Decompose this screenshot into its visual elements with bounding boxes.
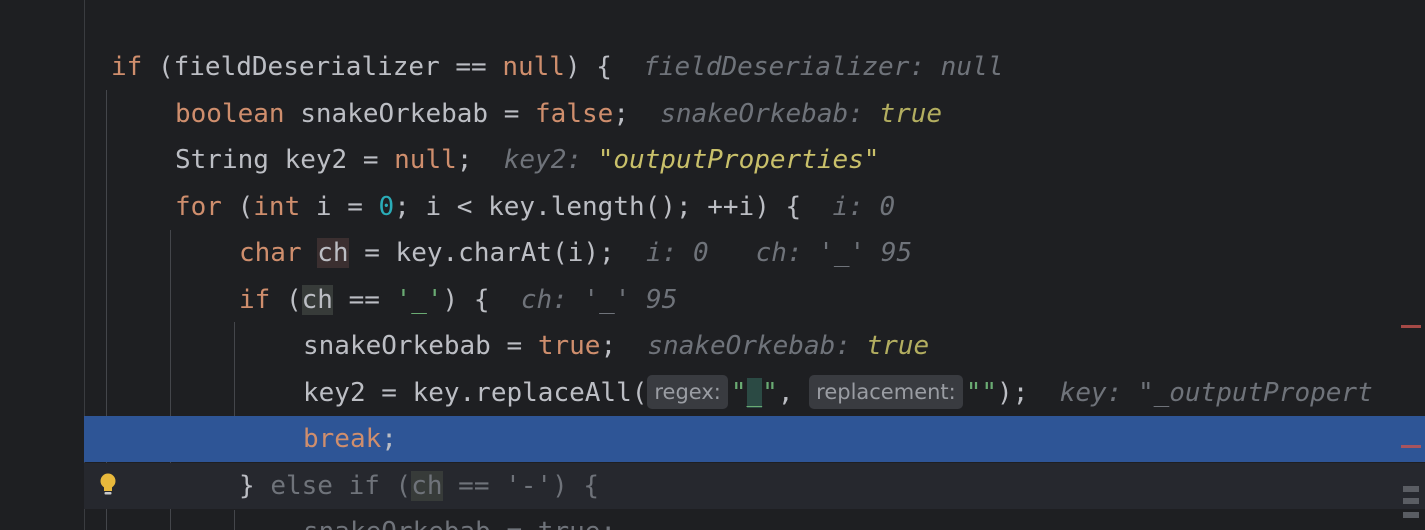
scrollbar-marker[interactable] xyxy=(1403,498,1419,504)
code-text: ; i < key.length(); ++i) { xyxy=(394,192,802,222)
code-line[interactable]: if (fieldDeserializer == null) { fieldDe… xyxy=(0,44,1425,90)
code-line[interactable]: key2 = key.replaceAll(regex: "_", replace… xyxy=(0,370,1425,416)
caret-line[interactable]: } else if (ch == '-') { xyxy=(84,463,1425,509)
keyword: break xyxy=(303,424,382,454)
code-text: ( xyxy=(379,471,412,501)
inline-debug-hint: ch: '_' 95 xyxy=(520,285,678,315)
inline-debug-hint: i: 0 xyxy=(646,238,709,268)
scrollbar-marker[interactable] xyxy=(1403,486,1419,492)
number-literal: 0 xyxy=(378,192,395,222)
current-execution-line[interactable]: break; xyxy=(84,416,1425,462)
inline-debug-hint: ch: '_' 95 xyxy=(755,238,913,268)
code-text: ) { xyxy=(442,285,490,315)
code-line[interactable]: if (ch == '_') { ch: '_' 95 xyxy=(0,277,1425,323)
variable-ch-highlight: ch xyxy=(411,471,443,501)
string-literal: "" xyxy=(965,378,998,408)
code-line[interactable]: snakeOrkebab = true; xyxy=(0,509,1425,530)
parameter-hint-replacement: replacement: xyxy=(809,375,963,409)
code-text: ); xyxy=(997,378,1029,408)
inline-debug-hint: fieldDeserializer: null xyxy=(643,52,1004,82)
keyword: for xyxy=(175,192,222,222)
keyword: char xyxy=(239,238,302,268)
keyword: boolean xyxy=(175,99,285,129)
code-text: ; xyxy=(600,331,617,361)
keyword: true xyxy=(537,331,601,361)
code-line[interactable]: char ch = key.charAt(i); i: 0 ch: '_' 95 xyxy=(0,230,1425,276)
scrollbar-marker[interactable] xyxy=(1403,512,1419,518)
keyword: int xyxy=(253,192,301,222)
code-line[interactable]: String key2 = null; key2: "outputPropert… xyxy=(0,137,1425,183)
code-line[interactable]: for (int i = 0; i < key.length(); ++i) {… xyxy=(0,184,1425,230)
code-text: (fieldDeserializer == xyxy=(142,52,503,82)
code-text: String key2 = xyxy=(175,145,395,175)
variable-ch-highlight: ch xyxy=(301,285,333,315)
error-stripe-marker[interactable] xyxy=(1401,325,1421,328)
keyword: if xyxy=(111,52,143,82)
code-text: ) { xyxy=(564,52,612,82)
code-text: , xyxy=(777,378,810,408)
variable-ch-highlight: ch xyxy=(317,238,349,268)
inline-debug-hint: snakeOrkebab: xyxy=(647,331,851,361)
error-stripe-marker[interactable] xyxy=(1401,445,1421,448)
inline-debug-value: true xyxy=(866,331,930,361)
string-literal-highlight: _ xyxy=(746,378,763,408)
keyword: false xyxy=(535,99,614,129)
code-text: snakeOrkebab = true; xyxy=(303,509,616,530)
code-text: } xyxy=(239,471,271,501)
inline-debug-hint: key: "_outputPropert xyxy=(1059,378,1373,408)
keyword: null xyxy=(502,52,565,82)
inline-debug-hint: i: 0 xyxy=(832,192,896,222)
inline-debug-value: true xyxy=(879,99,943,129)
string-literal: '_' xyxy=(395,285,443,315)
code-text: == xyxy=(332,285,396,315)
string-literal: " xyxy=(730,378,747,408)
code-editor[interactable]: if (fieldDeserializer == null) { fieldDe… xyxy=(0,0,1425,530)
code-text: ; xyxy=(381,424,397,454)
code-line[interactable]: boolean snakeOrkebab = false; snakeOrkeb… xyxy=(0,91,1425,137)
code-text: i = xyxy=(300,192,379,222)
keyword: if xyxy=(239,285,271,315)
code-text: ( xyxy=(221,192,254,222)
lightbulb-icon[interactable] xyxy=(97,472,119,496)
inline-debug-value: "outputProperties" xyxy=(597,145,880,175)
code-text: ; xyxy=(613,99,629,129)
code-text: ; xyxy=(456,145,473,175)
inline-debug-hint: key2: xyxy=(503,145,583,175)
code-text: snakeOrkebab = xyxy=(284,99,536,129)
code-text: ( xyxy=(270,285,302,315)
parameter-hint-regex: regex: xyxy=(647,375,728,409)
inline-debug-hint: snakeOrkebab: xyxy=(660,99,864,129)
code-text: == '-') { xyxy=(442,471,600,501)
keyword: null xyxy=(394,145,457,175)
string-literal: " xyxy=(762,378,778,408)
code-text: snakeOrkebab = xyxy=(303,331,538,361)
code-text: key2 = key.replaceAll( xyxy=(303,378,648,408)
keyword: else if xyxy=(270,471,380,501)
code-text: = key.charAt(i); xyxy=(348,238,615,268)
code-line[interactable]: snakeOrkebab = true; snakeOrkebab: true xyxy=(0,323,1425,369)
